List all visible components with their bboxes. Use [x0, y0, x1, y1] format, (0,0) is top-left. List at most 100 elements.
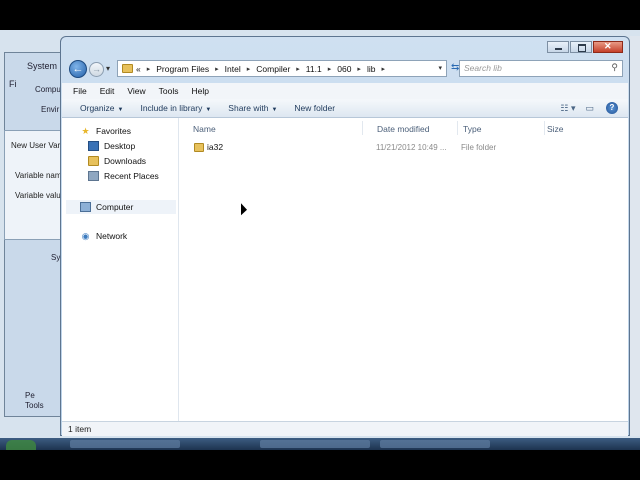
- nav-network[interactable]: ◉ Network: [80, 231, 128, 241]
- nav-label: Network: [96, 231, 128, 241]
- taskbar: [0, 438, 640, 450]
- menu-view[interactable]: View: [127, 86, 145, 96]
- recent-pages-chevron-icon[interactable]: ▾: [106, 64, 110, 73]
- new-user-variable-dialog: New User Var Variable nam Variable valu: [4, 130, 64, 240]
- history-chevron-icon: «: [136, 63, 141, 74]
- address-dropdown-icon[interactable]: ▾: [438, 64, 442, 72]
- pe-fragment: Pe: [25, 391, 35, 400]
- back-arrow-icon: ←: [72, 63, 84, 75]
- computer-tab-fragment[interactable]: Comput: [35, 85, 63, 94]
- menu-tools[interactable]: Tools: [159, 86, 179, 96]
- search-box[interactable]: ⚲: [459, 60, 623, 77]
- nav-desktop[interactable]: Desktop: [88, 141, 135, 151]
- separator-icon: ▸: [246, 65, 251, 73]
- separator-icon: ▸: [357, 65, 361, 73]
- include-in-library-button[interactable]: Include in library ▼: [140, 103, 211, 113]
- preview-pane-icon[interactable]: ▭: [585, 103, 594, 114]
- back-button[interactable]: ←: [69, 60, 87, 78]
- close-button[interactable]: [593, 41, 623, 53]
- view-controls: ☷ ▾ ▭ ?: [550, 102, 618, 114]
- forward-arrow-icon: →: [92, 64, 101, 74]
- table-row[interactable]: ia32 11/21/2012 10:49 ... File folder: [191, 141, 621, 155]
- breadcrumb-compiler[interactable]: Compiler ▸: [256, 64, 306, 74]
- explorer-window: ← → ▾ «▸ Program Files▸ Intel▸ Compiler▸…: [60, 36, 630, 436]
- breadcrumb-label: 060: [337, 63, 352, 74]
- menu-bar: File Edit View Tools Help: [62, 83, 628, 99]
- file-date: 11/21/2012 10:49 ...: [376, 143, 447, 152]
- variable-value-label: Variable valu: [15, 191, 61, 200]
- share-label: Share with: [228, 103, 269, 113]
- column-separator[interactable]: [544, 121, 545, 135]
- variable-name-label: Variable nam: [15, 171, 62, 180]
- breadcrumb-label: Program Files: [156, 63, 210, 74]
- organize-button[interactable]: Organize ▼: [80, 103, 123, 113]
- breadcrumb-program-files[interactable]: Program Files ▸: [156, 64, 224, 74]
- folder-icon: [194, 143, 204, 152]
- tools-fragment: Tools: [25, 401, 44, 410]
- nav-recent-places[interactable]: Recent Places: [88, 171, 159, 181]
- separator-icon: ▸: [327, 65, 332, 73]
- menu-edit[interactable]: Edit: [100, 86, 115, 96]
- taskbar-button[interactable]: [70, 440, 180, 448]
- include-label: Include in library: [140, 103, 203, 113]
- file-menu-fragment: Fi: [9, 79, 17, 89]
- file-type: File folder: [461, 143, 497, 152]
- breadcrumb-060[interactable]: 060 ▸: [337, 64, 367, 74]
- downloads-folder-icon: [88, 156, 99, 166]
- nav-label: Computer: [96, 202, 134, 212]
- nav-computer[interactable]: Computer: [66, 200, 176, 214]
- file-name: ia32: [207, 142, 224, 152]
- command-bar: Organize ▼ Include in library ▼ Share with…: [62, 99, 628, 118]
- address-bar[interactable]: «▸ Program Files ▸ Intel ▸ Compiler ▸ 11.1 ▸…: [117, 60, 447, 77]
- new-folder-button[interactable]: New folder: [294, 103, 335, 113]
- item-count: 1 item: [68, 424, 92, 434]
- separator-icon: ▸: [296, 65, 300, 73]
- navigation-row: ← → ▾ «▸ Program Files ▸ Intel ▸ Compiler ▸…: [67, 59, 623, 79]
- menu-file[interactable]: File: [73, 86, 87, 96]
- share-with-button[interactable]: Share with ▼: [228, 103, 277, 113]
- status-bar: 1 item: [62, 421, 628, 436]
- start-button[interactable]: [6, 440, 36, 450]
- help-icon[interactable]: ?: [606, 102, 618, 114]
- file-list: Name Date modified Type Size ia32 11/21/…: [179, 118, 628, 421]
- separator-icon: ▸: [381, 65, 385, 73]
- menu-help[interactable]: Help: [191, 86, 208, 96]
- navigation-pane: ★ Favorites Desktop Downloads Recent Plac…: [62, 118, 179, 421]
- breadcrumb-11-1[interactable]: 11.1 ▸: [306, 64, 337, 74]
- search-input[interactable]: [464, 63, 604, 73]
- nav-downloads[interactable]: Downloads: [88, 156, 146, 166]
- environment-fragment: Envir: [41, 105, 60, 114]
- address-history[interactable]: «▸: [136, 64, 156, 74]
- taskbar-button[interactable]: [380, 440, 490, 448]
- breadcrumb-lib[interactable]: lib ▸: [367, 64, 391, 74]
- column-separator[interactable]: [457, 121, 458, 135]
- column-header-size[interactable]: Size: [547, 124, 564, 134]
- nav-label: Downloads: [104, 156, 147, 166]
- change-view-icon[interactable]: ☷ ▾: [560, 103, 575, 114]
- breadcrumb-intel[interactable]: Intel ▸: [225, 64, 257, 74]
- folder-icon: [122, 64, 133, 73]
- forward-button[interactable]: →: [89, 62, 104, 77]
- desktop-edge-scrollbar: [630, 36, 640, 436]
- network-icon: ◉: [81, 231, 90, 241]
- separator-icon: ▸: [215, 65, 219, 73]
- caption-buttons: [546, 41, 623, 53]
- maximize-button[interactable]: [570, 41, 592, 53]
- chevron-down-icon: ▼: [271, 107, 278, 113]
- breadcrumb-label: 11.1: [305, 63, 322, 74]
- dialog-title: New User Var: [11, 141, 61, 150]
- nav-favorites[interactable]: ★ Favorites: [80, 126, 131, 136]
- column-header-name[interactable]: Name: [193, 124, 216, 134]
- separator-icon: ▸: [146, 65, 151, 73]
- chevron-down-icon: ▼: [205, 107, 212, 113]
- desktop-icon: [88, 141, 99, 151]
- nav-label: Desktop: [104, 141, 136, 151]
- nav-label: Favorites: [96, 126, 131, 136]
- minimize-button[interactable]: [547, 41, 569, 53]
- column-header-type[interactable]: Type: [463, 124, 481, 134]
- column-header-date-modified[interactable]: Date modified: [377, 124, 429, 134]
- taskbar-button[interactable]: [260, 440, 370, 448]
- column-separator[interactable]: [362, 121, 363, 135]
- search-icon[interactable]: ⚲: [611, 62, 618, 73]
- breadcrumb-label: Compiler: [256, 63, 291, 74]
